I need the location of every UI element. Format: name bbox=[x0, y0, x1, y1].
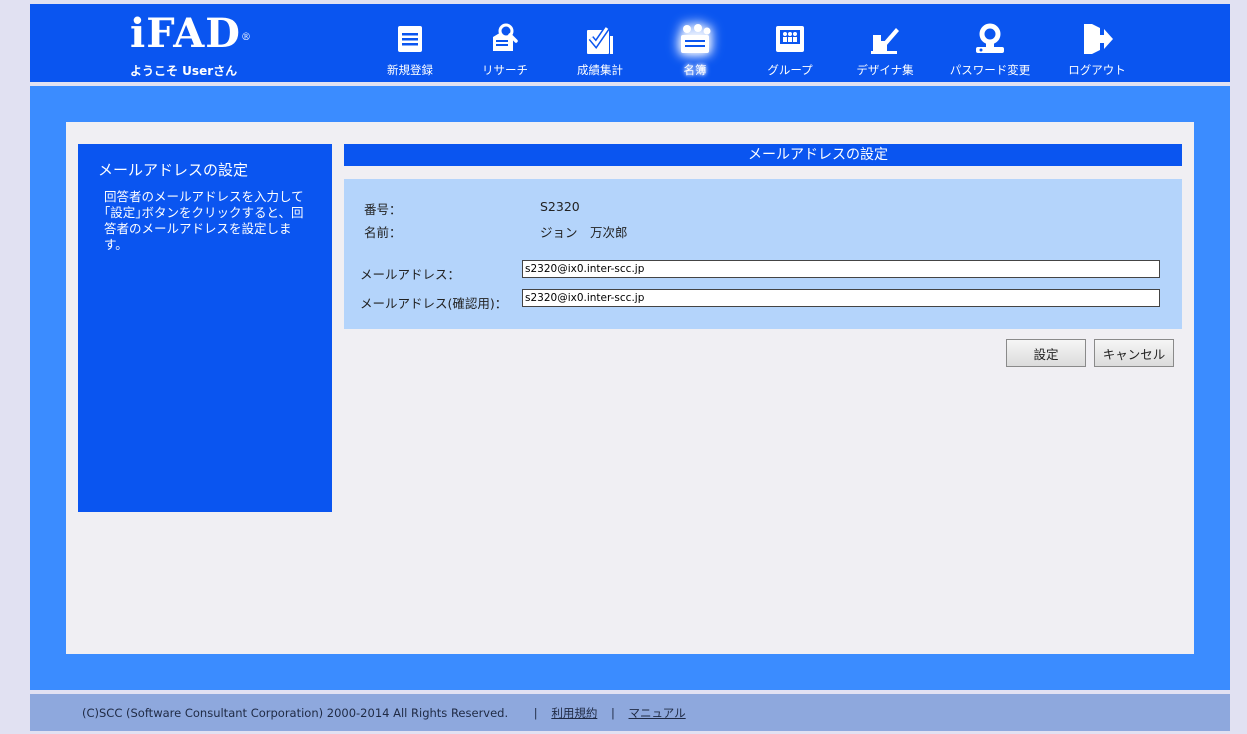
logo-text: iFAD bbox=[130, 10, 241, 57]
roster-icon bbox=[678, 22, 712, 56]
nav-item-group[interactable]: グループ bbox=[750, 4, 830, 82]
main-frame: メールアドレスの設定 回答者のメールアドレスを入力して｢設定｣ボタンをクリックす… bbox=[30, 86, 1230, 690]
help-sidebar: メールアドレスの設定 回答者のメールアドレスを入力して｢設定｣ボタンをクリックす… bbox=[78, 144, 332, 512]
footer-separator: | bbox=[533, 706, 538, 720]
logout-icon bbox=[1080, 22, 1114, 56]
designer-icon bbox=[868, 22, 902, 56]
nav-item-results[interactable]: 成績集計 bbox=[560, 4, 640, 82]
password-key-icon bbox=[973, 22, 1007, 56]
submit-button[interactable]: 設定 bbox=[1006, 339, 1086, 367]
page-title: メールアドレスの設定 bbox=[344, 144, 1182, 166]
research-icon bbox=[488, 22, 522, 56]
document-icon bbox=[393, 22, 427, 56]
footer: (C)SCC (Software Consultant Corporation)… bbox=[30, 694, 1230, 731]
sidebar-description: 回答者のメールアドレスを入力して｢設定｣ボタンをクリックすると、回答者のメールア… bbox=[104, 189, 304, 252]
email-label: メールアドレス： bbox=[360, 267, 461, 282]
form-actions: 設定 キャンセル bbox=[1006, 339, 1174, 367]
registered-mark: ® bbox=[240, 32, 252, 43]
results-icon bbox=[583, 22, 617, 56]
content-panel: メールアドレスの設定 回答者のメールアドレスを入力して｢設定｣ボタンをクリックす… bbox=[66, 122, 1194, 654]
manual-link[interactable]: マニュアル bbox=[629, 706, 686, 720]
cancel-button[interactable]: キャンセル bbox=[1094, 339, 1174, 367]
email-input[interactable] bbox=[522, 260, 1160, 278]
nav-label: 新規登録 bbox=[387, 63, 433, 77]
email-confirm-input[interactable] bbox=[522, 289, 1160, 307]
nav-label: リサーチ bbox=[482, 63, 528, 77]
terms-link[interactable]: 利用規約 bbox=[551, 706, 597, 720]
nav-item-password-change[interactable]: パスワード変更 bbox=[940, 4, 1040, 82]
group-icon bbox=[773, 22, 807, 56]
nav-item-research[interactable]: リサーチ bbox=[465, 4, 545, 82]
name-value: ジョン 万次郎 bbox=[540, 225, 628, 240]
welcome-message: ようこそ Userさん bbox=[130, 64, 238, 78]
nav-label: パスワード変更 bbox=[949, 63, 1031, 77]
nav-item-designer[interactable]: デザイナ集 bbox=[845, 4, 925, 82]
nav-item-logout[interactable]: ログアウト bbox=[1057, 4, 1137, 82]
app-logo[interactable]: iFAD® bbox=[130, 10, 252, 57]
nav-item-roster[interactable]: 名簿 bbox=[655, 4, 735, 82]
header-bar: iFAD® ようこそ Userさん 新規登録 リサーチ 成績集計 名簿 グループ… bbox=[30, 4, 1230, 82]
email-form: 番号： S2320 名前： ジョン 万次郎 メールアドレス： メールアドレス(確… bbox=[344, 179, 1182, 329]
sidebar-title: メールアドレスの設定 bbox=[98, 161, 249, 179]
number-label: 番号： bbox=[364, 202, 402, 217]
nav-label: デザイナ集 bbox=[856, 63, 914, 77]
nav-label: 成績集計 bbox=[577, 63, 623, 77]
nav-label: グループ bbox=[767, 63, 813, 77]
email-confirm-label: メールアドレス(確認用)： bbox=[360, 296, 508, 311]
name-label: 名前： bbox=[364, 225, 402, 240]
nav-label: 名簿 bbox=[683, 63, 707, 77]
nav-item-new-registration[interactable]: 新規登録 bbox=[370, 4, 450, 82]
footer-separator: | bbox=[610, 706, 615, 720]
copyright-text: (C)SCC (Software Consultant Corporation)… bbox=[82, 706, 509, 720]
number-value: S2320 bbox=[540, 199, 580, 214]
nav-label: ログアウト bbox=[1068, 63, 1126, 77]
email-settings-section: メールアドレスの設定 番号： S2320 名前： ジョン 万次郎 メールアドレス… bbox=[344, 144, 1182, 367]
